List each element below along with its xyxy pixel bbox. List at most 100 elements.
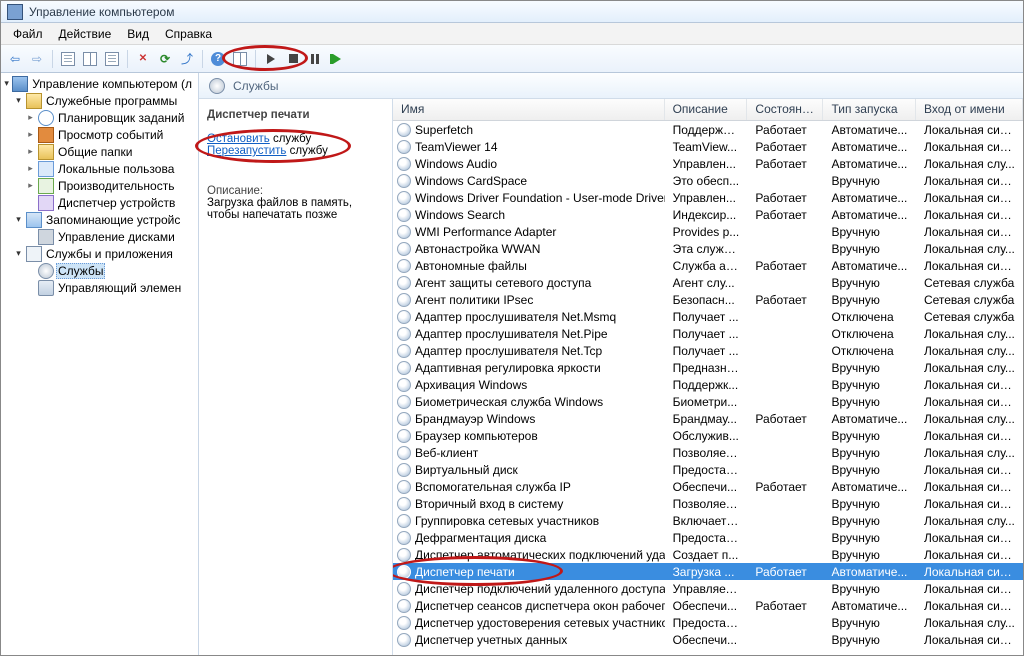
service-state: Работает [747,565,823,579]
service-row[interactable]: Диспетчер автоматических подключений уда… [393,546,1023,563]
menu-view[interactable]: Вид [119,24,157,44]
tree-disk-management[interactable]: Управление дисками [1,228,198,245]
restart-service-button[interactable] [327,49,347,69]
expand-icon[interactable] [13,214,24,225]
mmc-window: Управление компьютером Файл Действие Вид… [0,0,1024,656]
service-row[interactable]: SuperfetchПоддержи...РаботаетАвтоматиче.… [393,121,1023,138]
service-row[interactable]: Диспетчер подключений удаленного доступа… [393,580,1023,597]
service-description: Получает ... [665,344,748,358]
tree-pane[interactable]: Управление компьютером (л Служебные прог… [1,73,199,655]
service-row[interactable]: Диспетчер сеансов диспетчера окон рабоче… [393,597,1023,614]
service-row[interactable]: TeamViewer 14TeamView...РаботаетАвтомати… [393,138,1023,155]
service-logon: Локальная слу... [916,361,1023,375]
back-button[interactable] [5,49,25,69]
tree-device-manager[interactable]: Диспетчер устройств [1,194,198,211]
service-description: Эта служб... [665,242,748,256]
expand-icon[interactable] [25,146,36,157]
col-name[interactable]: Имя [393,99,665,120]
service-row[interactable]: Вторичный вход в системуПозволяет...Вруч… [393,495,1023,512]
expand-icon[interactable] [25,112,36,123]
service-row[interactable]: Агент защиты сетевого доступаАгент слу..… [393,274,1023,291]
content-header: Службы [199,73,1023,99]
tree-storage[interactable]: Запоминающие устройс [1,211,198,228]
expand-icon[interactable] [25,129,36,140]
export-list-button[interactable] [102,49,122,69]
tree-shared-folders[interactable]: Общие папки [1,143,198,160]
service-name: Адаптер прослушивателя Net.Msmq [415,310,616,324]
service-row[interactable]: Автономные файлыСлужба ав...РаботаетАвто… [393,257,1023,274]
stop-service-link[interactable]: Остановить [207,133,270,145]
tree-task-scheduler[interactable]: Планировщик заданий [1,109,198,126]
col-startup[interactable]: Тип запуска [823,99,916,120]
service-row[interactable]: Вспомогательная служба IPОбеспечи...Рабо… [393,478,1023,495]
service-logon: Локальная сис... [916,582,1023,596]
col-state[interactable]: Состояние [747,99,823,120]
service-row[interactable]: Адаптер прослушивателя Net.PipeПолучает … [393,325,1023,342]
delete-button[interactable] [133,49,153,69]
tree-services-apps[interactable]: Службы и приложения [1,245,198,262]
service-row[interactable]: Виртуальный дискПредостав...ВручнуюЛокал… [393,461,1023,478]
service-row[interactable]: Windows SearchИндексир...РаботаетАвтомат… [393,206,1023,223]
service-startup: Автоматиче... [823,565,916,579]
tree-performance[interactable]: Производительность [1,177,198,194]
columns-icon [83,52,97,66]
service-row[interactable]: Диспетчер печатиЗагрузка ...РаботаетАвто… [393,563,1023,580]
sheet-icon [105,52,119,66]
services-list[interactable]: Имя Описание Состояние Тип запуска Вход … [393,99,1023,655]
stop-service-button[interactable] [283,49,303,69]
menu-file[interactable]: Файл [5,24,51,44]
service-row[interactable]: Дефрагментация дискаПредостав...ВручнуюЛ… [393,529,1023,546]
service-row[interactable]: Адаптер прослушивателя Net.MsmqПолучает … [393,308,1023,325]
tree-wmi-control[interactable]: Управляющий элемен [1,279,198,296]
service-row[interactable]: Диспетчер удостоверения сетевых участник… [393,614,1023,631]
service-row[interactable]: Адаптер прослушивателя Net.TcpПолучает .… [393,342,1023,359]
tree-event-viewer[interactable]: Просмотр событий [1,126,198,143]
service-name: WMI Performance Adapter [415,225,556,239]
storage-icon [26,212,42,228]
content-header-title: Службы [233,79,278,93]
expand-icon[interactable] [13,248,24,259]
service-row[interactable]: Группировка сетевых участниковВключает .… [393,512,1023,529]
tree-services[interactable]: Службы [1,262,198,279]
service-row[interactable]: Веб-клиентПозволяет...ВручнуюЛокальная с… [393,444,1023,461]
layout-button[interactable] [230,49,250,69]
service-row[interactable]: Windows CardSpaceЭто обесп...ВручнуюЛока… [393,172,1023,189]
expand-icon[interactable] [3,78,10,89]
show-hide-tree-button[interactable] [58,49,78,69]
export-button[interactable] [177,49,197,69]
menu-help[interactable]: Справка [157,24,220,44]
service-row[interactable]: Архивация WindowsПоддержк...ВручнуюЛокал… [393,376,1023,393]
service-row[interactable]: Windows Driver Foundation - User-mode Dr… [393,189,1023,206]
service-row[interactable]: Брандмауэр WindowsБрандмау...РаботаетАвт… [393,410,1023,427]
properties-button[interactable] [80,49,100,69]
refresh-button[interactable] [155,49,175,69]
service-name: Диспетчер автоматических подключений уда… [415,548,665,562]
col-description[interactable]: Описание [665,99,748,120]
start-service-button[interactable] [261,49,281,69]
service-row[interactable]: Биометрическая служба WindowsБиометри...… [393,393,1023,410]
tree-local-users[interactable]: Локальные пользова [1,160,198,177]
tree-system-tools[interactable]: Служебные программы [1,92,198,109]
forward-button[interactable] [27,49,47,69]
gear-icon [397,259,411,273]
service-row[interactable]: Агент политики IPsecБезопасн...РаботаетВ… [393,291,1023,308]
expand-icon[interactable] [25,180,36,191]
service-row[interactable]: Браузер компьютеровОбслужив...ВручнуюЛок… [393,427,1023,444]
separator [255,50,256,68]
service-row[interactable]: Windows AudioУправлен...РаботаетАвтомати… [393,155,1023,172]
expand-icon[interactable] [13,95,24,106]
tree-root[interactable]: Управление компьютером (л [1,75,198,92]
service-row[interactable]: Адаптивная регулировка яркостиПредназна.… [393,359,1023,376]
pause-service-button[interactable] [305,49,325,69]
expand-icon[interactable] [25,163,36,174]
service-logon: Локальная сис... [916,259,1023,273]
service-row[interactable]: Автонастройка WWANЭта служб...ВручнуюЛок… [393,240,1023,257]
tree-label: Запоминающие устройс [44,213,182,227]
help-button[interactable] [208,49,228,69]
col-logon[interactable]: Вход от имени [916,99,1023,120]
gear-icon [397,412,411,426]
service-row[interactable]: WMI Performance AdapterProvides p...Вруч… [393,223,1023,240]
restart-service-link[interactable]: Перезапустить [207,145,286,157]
service-row[interactable]: Диспетчер учетных данныхОбеспечи...Вручн… [393,631,1023,648]
menu-action[interactable]: Действие [51,24,120,44]
